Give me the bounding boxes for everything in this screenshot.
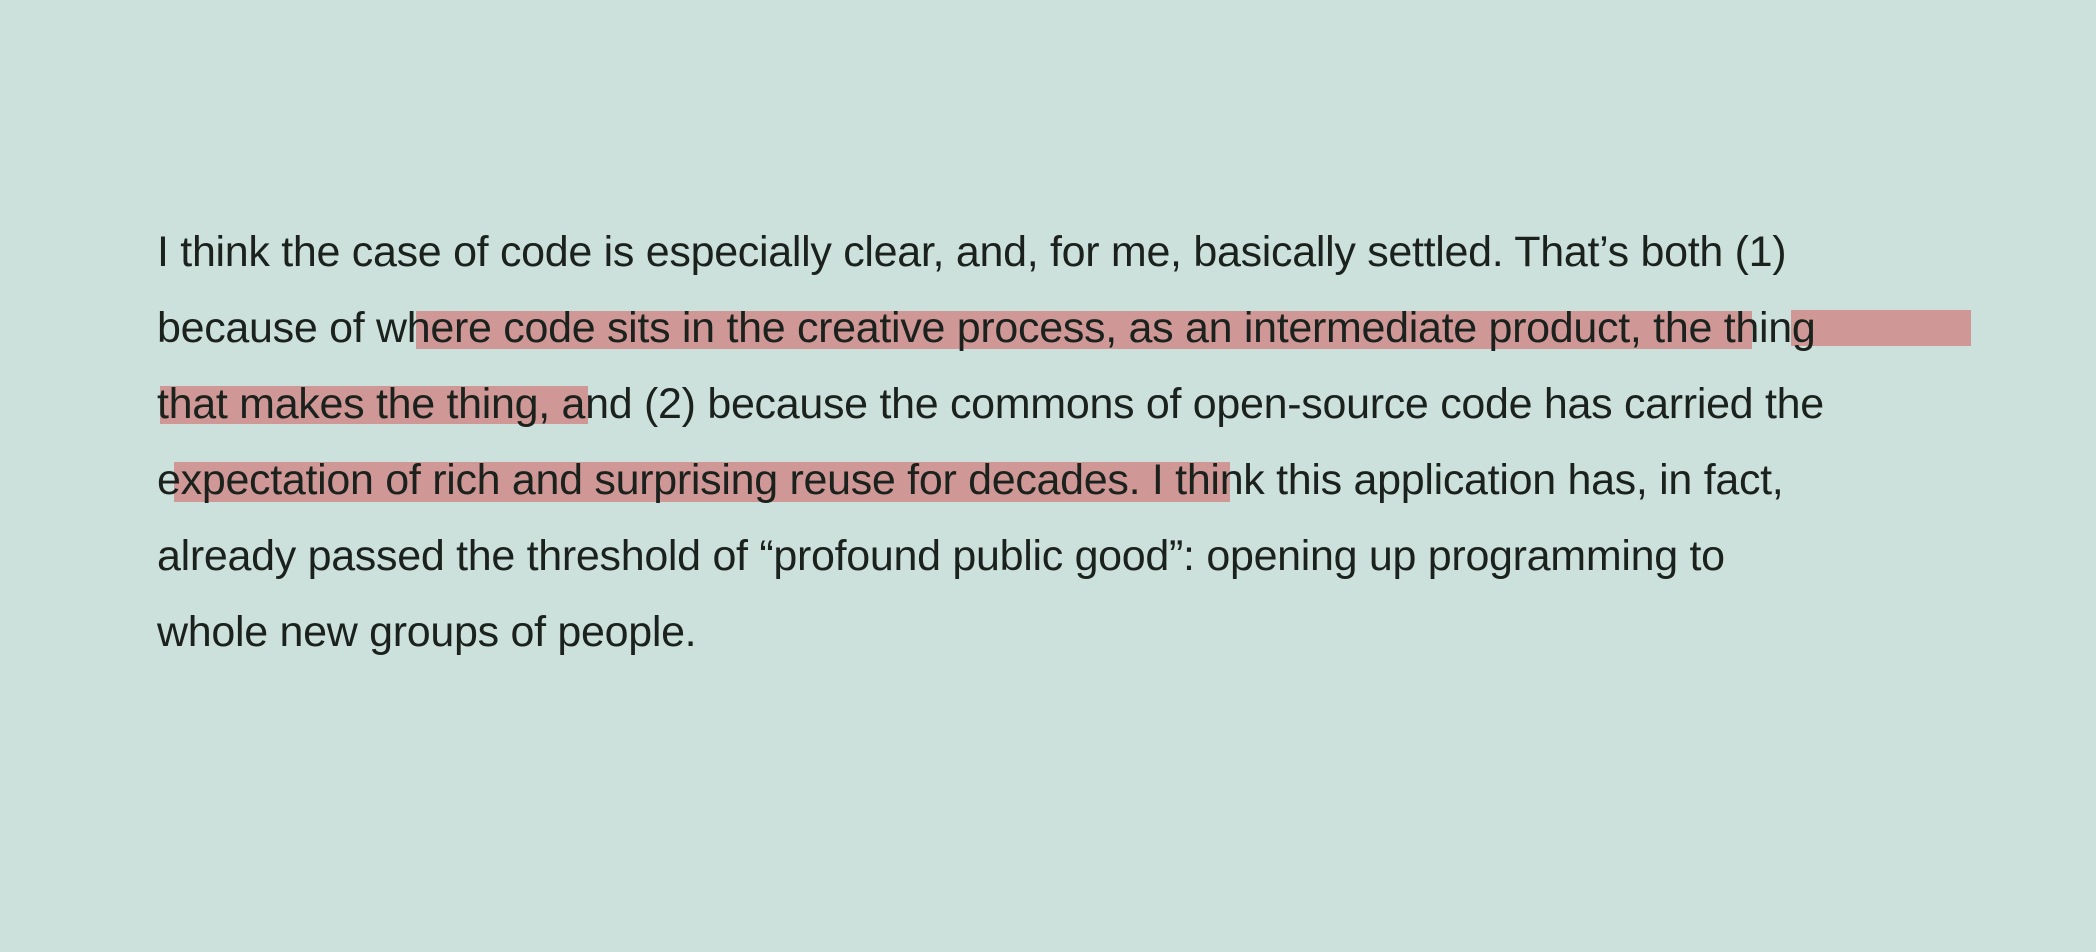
highlighted-text: that makes the thing, [157,380,550,428]
passage-text: already passed the threshold of “profoun… [157,532,1725,580]
passage-line-1: I think the case of code is especially c… [157,214,1997,290]
highlighted-text: xpectation of rich and surprising reuse … [180,456,1141,504]
passage-text: I think the case of code is especially c… [157,228,1787,276]
passage-text: e [157,456,181,504]
passage-text: whole new groups of people. [157,608,697,656]
passage-text: and (2) because the commons of open-sour… [549,380,1825,428]
highlighted-text: he thing [1664,304,1816,352]
passage-line-3: that makes the thing, and (2) because th… [157,366,1997,442]
passage-text: I think this application has, in fact, [1140,456,1784,504]
quote-passage: I think the case of code is especially c… [157,214,1997,670]
passage-text: , t [1629,304,1665,352]
highlighted-text: here code sits in the creative process, … [406,304,1630,352]
passage-line-6: whole new groups of people. [157,594,1997,670]
passage-line-4: expectation of rich and surprising reuse… [157,442,1997,518]
passage-text: because of w [157,304,407,352]
passage-line-5: already passed the threshold of “profoun… [157,518,1997,594]
passage-line-2: because of where code sits in the creati… [157,290,1997,366]
